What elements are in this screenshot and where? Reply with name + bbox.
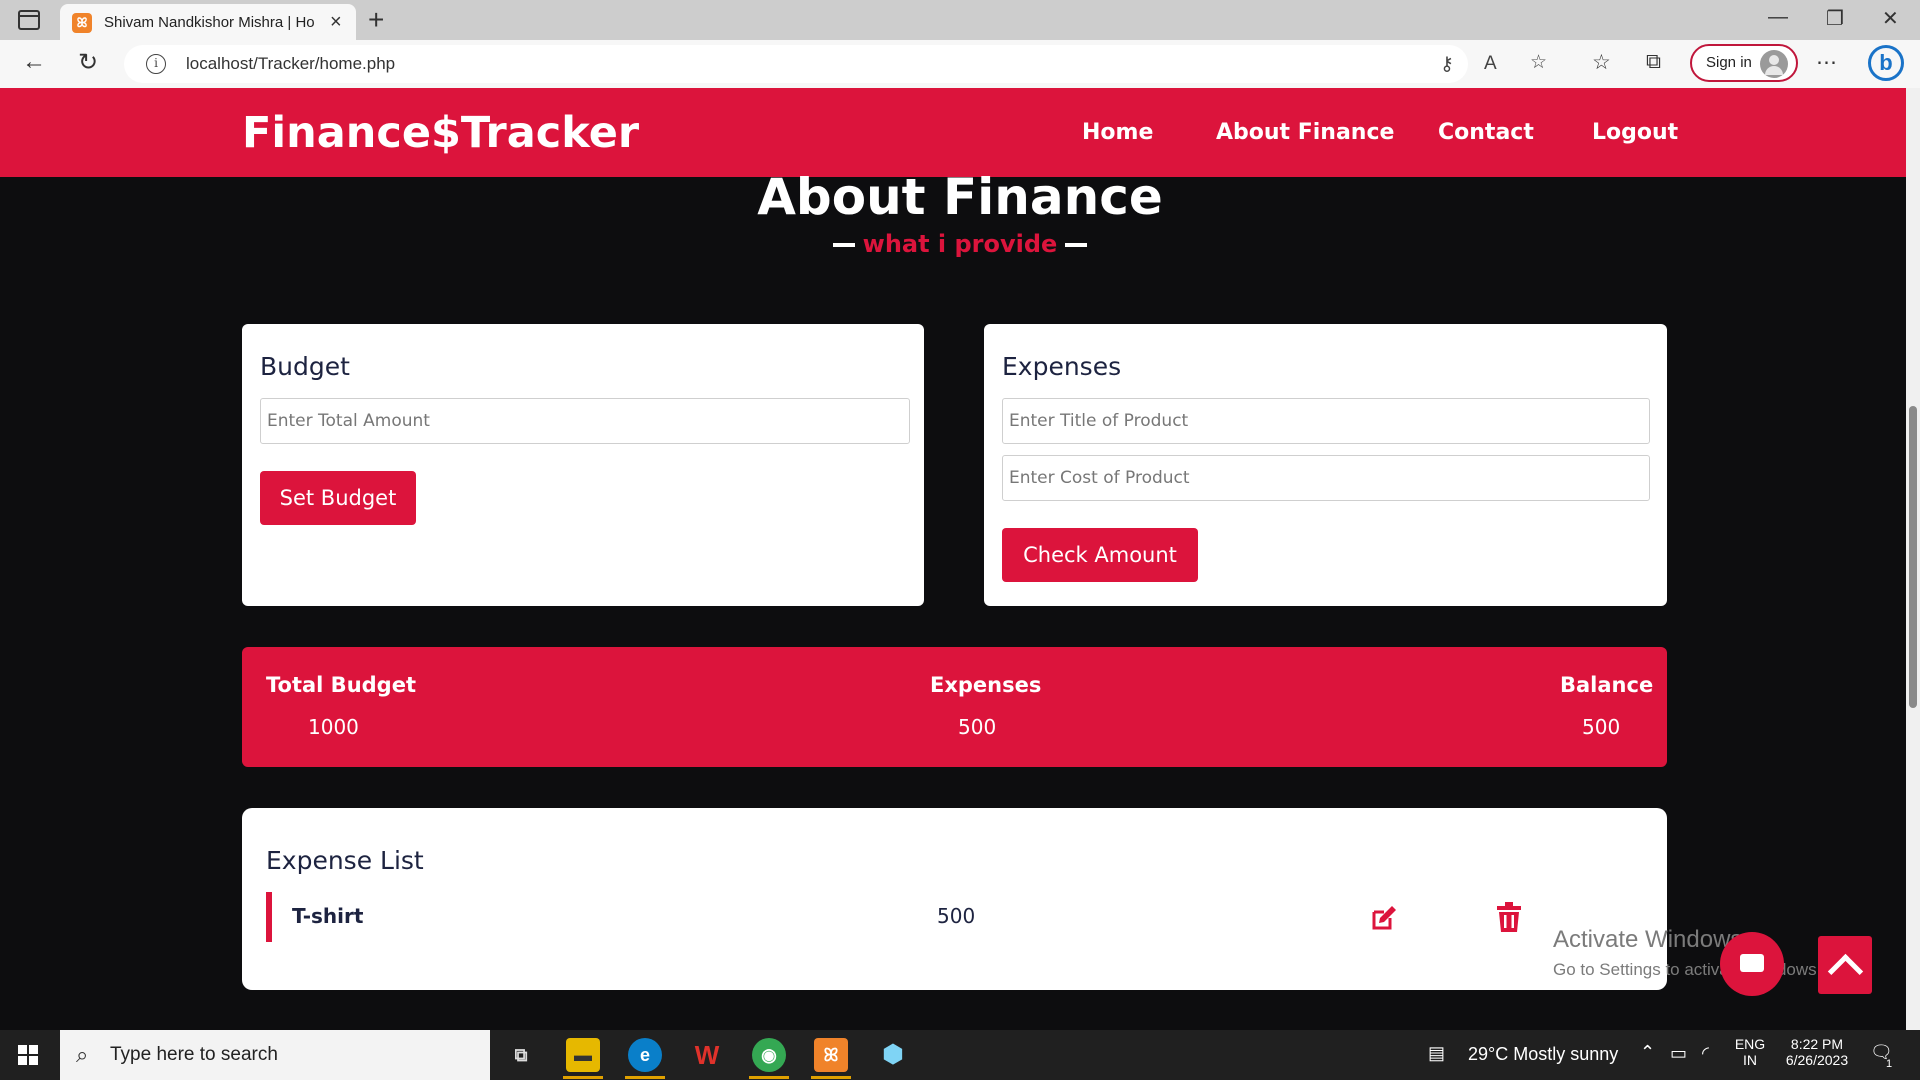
avatar	[1760, 50, 1788, 78]
trash-icon[interactable]	[1496, 902, 1522, 932]
notification-count: 1	[1886, 1058, 1893, 1070]
address-bar-row: ← ↻ i localhost/Tracker/home.php ⚷ A ☆ ☆…	[0, 40, 1920, 88]
running-indicator	[563, 1076, 603, 1079]
expenses-card: Expenses Enter Title of Product Enter Co…	[984, 324, 1667, 606]
expense-amount: 500	[937, 904, 976, 928]
bing-icon[interactable]: b	[1868, 45, 1904, 81]
scroll-to-top-button[interactable]	[1818, 936, 1872, 994]
expenses-heading: Expenses	[1002, 352, 1122, 381]
nav-logout[interactable]: Logout	[1592, 120, 1678, 145]
taskbar-search[interactable]: ⌕ Type here to search	[60, 1030, 490, 1080]
divider	[832, 243, 855, 247]
restore-icon[interactable]: ❐	[1826, 6, 1844, 31]
address-bar[interactable]: i localhost/Tracker/home.php ⚷	[124, 45, 1468, 83]
expenses-label: Expenses	[930, 673, 1042, 697]
brand-logo[interactable]: Finance$Tracker	[242, 108, 639, 158]
wps-office-icon[interactable]: W	[690, 1038, 724, 1072]
url-text[interactable]: localhost/Tracker/home.php	[186, 54, 395, 74]
start-icon[interactable]	[18, 1045, 38, 1065]
language-indicator[interactable]: ENG IN	[1732, 1036, 1768, 1068]
expenses-value: 500	[958, 715, 997, 739]
read-aloud-icon[interactable]: A	[1484, 53, 1497, 75]
xampp-icon: ꕤ	[72, 13, 92, 33]
weather-text[interactable]: 29°C Mostly sunny	[1468, 1044, 1618, 1065]
file-explorer-icon[interactable]: ▬	[566, 1038, 600, 1072]
windows-taskbar: ⌕ Type here to search ⧉ ▬ e W ◉ ꕤ ⬢ ▤ 29…	[0, 1030, 1920, 1080]
scrollbar-thumb[interactable]	[1909, 406, 1917, 708]
nav-about-finance[interactable]: About Finance	[1216, 120, 1394, 145]
product-cost-input[interactable]: Enter Cost of Product	[1002, 455, 1650, 501]
set-budget-button[interactable]: Set Budget	[260, 471, 416, 525]
total-amount-input[interactable]: Enter Total Amount	[260, 398, 910, 444]
running-indicator	[749, 1076, 789, 1079]
expense-list-card: Expense List T-shirt 500	[242, 808, 1667, 990]
battery-icon[interactable]: ▭	[1670, 1043, 1687, 1064]
nav-contact[interactable]: Contact	[1438, 120, 1534, 145]
refresh-icon[interactable]: ↻	[78, 48, 98, 77]
edit-icon[interactable]	[1370, 904, 1398, 932]
password-key-icon[interactable]: ⚷	[1440, 53, 1454, 76]
nav-home[interactable]: Home	[1082, 120, 1153, 145]
edge-icon[interactable]: e	[628, 1038, 662, 1072]
add-favorite-icon[interactable]: ☆	[1530, 51, 1547, 74]
search-icon: ⌕	[76, 1042, 89, 1067]
total-budget-label: Total Budget	[266, 673, 416, 697]
total-budget-value: 1000	[308, 715, 359, 739]
product-title-input[interactable]: Enter Title of Product	[1002, 398, 1650, 444]
budget-heading: Budget	[260, 352, 350, 381]
site-info-icon[interactable]: i	[146, 54, 166, 74]
task-view-icon[interactable]: ⧉	[504, 1038, 538, 1072]
search-placeholder: Type here to search	[110, 1044, 278, 1065]
minimize-icon[interactable]: —	[1768, 6, 1788, 29]
section-title: About Finance	[757, 168, 1163, 226]
wifi-icon[interactable]: ◜	[1702, 1043, 1709, 1064]
expense-list-heading: Expense List	[266, 846, 424, 875]
browser-tab-bar: ꕤ Shivam Nandkishor Mishra | Hom × + — ❐…	[0, 0, 1920, 40]
section-subtitle: what i provide	[0, 230, 1920, 258]
new-tab-icon[interactable]: +	[368, 4, 384, 36]
list-item-accent	[266, 892, 272, 942]
balance-label: Balance	[1560, 673, 1654, 697]
sign-in-button[interactable]: Sign in	[1690, 44, 1798, 82]
xampp-icon[interactable]: ꕤ	[814, 1038, 848, 1072]
close-window-icon[interactable]: ✕	[1882, 6, 1899, 31]
divider	[1065, 243, 1088, 247]
favorites-icon[interactable]: ☆	[1592, 50, 1611, 75]
page-scrollbar[interactable]	[1906, 88, 1920, 1030]
weather-icon[interactable]: ▤	[1428, 1043, 1445, 1064]
show-hidden-icons[interactable]: ⌃	[1640, 1042, 1655, 1063]
running-indicator	[811, 1076, 851, 1079]
app-cube-icon[interactable]: ⬢	[876, 1038, 910, 1072]
chat-button[interactable]	[1720, 932, 1784, 996]
collections-icon[interactable]: ⧉	[1646, 50, 1661, 74]
chrome-icon[interactable]: ◉	[752, 1038, 786, 1072]
back-icon[interactable]: ←	[22, 48, 46, 76]
summary-panel: Total Budget 1000 Expenses 500 Balance 5…	[242, 647, 1667, 767]
balance-value: 500	[1582, 715, 1621, 739]
site-navbar: Finance$Tracker Home About Finance Conta…	[0, 88, 1920, 177]
browser-tab[interactable]: ꕤ Shivam Nandkishor Mishra | Hom ×	[60, 4, 356, 40]
check-amount-button[interactable]: Check Amount	[1002, 528, 1198, 582]
budget-card: Budget Enter Total Amount Set Budget	[242, 324, 924, 606]
close-tab-icon[interactable]: ×	[330, 11, 342, 34]
more-options-icon[interactable]: ⋯	[1816, 50, 1837, 75]
tab-title: Shivam Nandkishor Mishra | Hom	[104, 14, 314, 31]
expense-title: T-shirt	[292, 904, 364, 928]
running-indicator	[625, 1076, 665, 1079]
clock[interactable]: 8:22 PM 6/26/2023	[1774, 1036, 1860, 1068]
tab-actions-icon[interactable]	[18, 10, 40, 30]
